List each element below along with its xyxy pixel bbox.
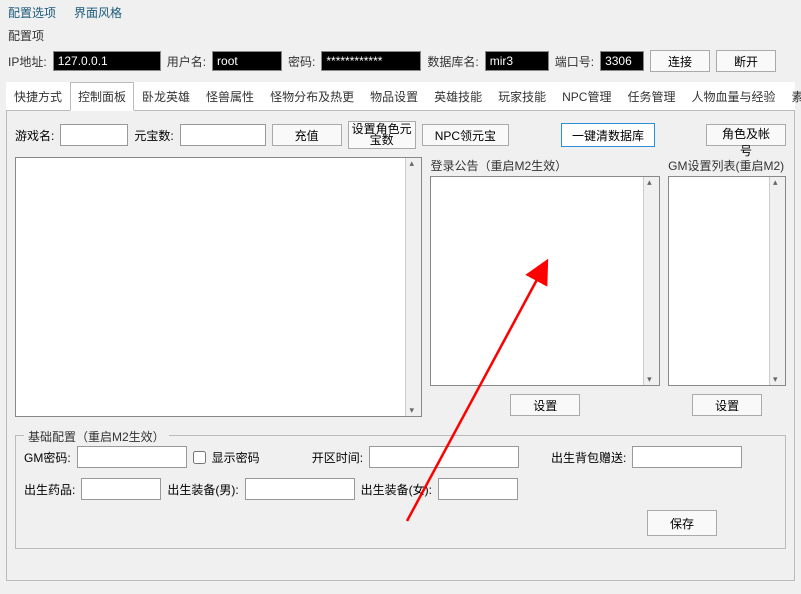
menubar: 配置选项 界面风格 [0, 0, 801, 25]
birth-equip-m-input[interactable] [245, 478, 355, 500]
scrollbar[interactable] [405, 158, 421, 416]
connect-button[interactable]: 连接 [650, 50, 710, 72]
main-textarea[interactable] [15, 157, 422, 417]
tab-2[interactable]: 卧龙英雄 [134, 82, 198, 110]
gm-list-textarea[interactable] [668, 176, 786, 386]
birth-equip-f-input[interactable] [438, 478, 518, 500]
birth-drug-label: 出生药品: [24, 481, 75, 498]
port-input[interactable] [600, 51, 644, 71]
birth-equip-m-label: 出生装备(男): [167, 481, 238, 498]
connection-row: IP地址: 用户名: 密码: 数据库名: 端口号: 连接 断开 [0, 46, 801, 82]
tab-7[interactable]: 玩家技能 [490, 82, 554, 110]
scrollbar[interactable] [769, 177, 785, 385]
clear-db-button[interactable]: 一键清数据库 [561, 123, 655, 147]
birth-bag-label: 出生背包赠送: [551, 449, 626, 466]
npc-get-gold-button[interactable]: NPC领元宝 [422, 124, 509, 146]
game-name-label: 游戏名: [15, 127, 54, 144]
birth-drug-input[interactable] [81, 478, 161, 500]
gm-list-title: GM设置列表(重启M2) [668, 157, 786, 174]
gold-label: 元宝数: [134, 127, 173, 144]
db-label: 数据库名: [427, 53, 478, 70]
control-panel: 游戏名: 元宝数: 充值 设置角色元 宝数 NPC领元宝 一键清数据库 角色及帐… [6, 111, 795, 581]
tab-10[interactable]: 人物血量与经验 [683, 82, 783, 110]
tab-1[interactable]: 控制面板 [70, 82, 134, 111]
login-notice-textarea[interactable] [430, 176, 660, 386]
recharge-button[interactable]: 充值 [272, 124, 342, 146]
open-time-label: 开区时间: [312, 449, 363, 466]
tab-0[interactable]: 快捷方式 [6, 82, 70, 110]
config-item-label: 配置项 [0, 25, 801, 46]
user-label: 用户名: [167, 53, 206, 70]
db-input[interactable] [485, 51, 549, 71]
basic-config-legend: 基础配置（重启M2生效） [24, 428, 169, 445]
gm-pass-input[interactable] [77, 446, 187, 468]
set-role-gold-button[interactable]: 设置角色元 宝数 [348, 121, 416, 149]
tab-5[interactable]: 物品设置 [362, 82, 426, 110]
tab-3[interactable]: 怪兽属性 [198, 82, 262, 110]
open-time-input[interactable] [369, 446, 519, 468]
tab-6[interactable]: 英雄技能 [426, 82, 490, 110]
gm-list-set-button[interactable]: 设置 [692, 394, 762, 416]
gold-input[interactable] [180, 124, 266, 146]
scrollbar[interactable] [643, 177, 659, 385]
save-button[interactable]: 保存 [647, 510, 717, 536]
login-notice-set-button[interactable]: 设置 [510, 394, 580, 416]
control-row-1: 游戏名: 元宝数: 充值 设置角色元 宝数 NPC领元宝 一键清数据库 角色及帐… [15, 121, 786, 149]
gm-pass-label: GM密码: [24, 449, 71, 466]
birth-bag-input[interactable] [632, 446, 742, 468]
ip-input[interactable] [53, 51, 161, 71]
user-input[interactable] [212, 51, 282, 71]
port-label: 端口号: [555, 53, 594, 70]
pass-input[interactable] [321, 51, 421, 71]
show-pass-label: 显示密码 [212, 449, 260, 466]
tab-bar: 快捷方式控制面板卧龙英雄怪兽属性怪物分布及热更物品设置英雄技能玩家技能NPC管理… [6, 82, 795, 111]
tab-4[interactable]: 怪物分布及热更 [262, 82, 362, 110]
set-role-gold-line2: 宝数 [349, 135, 415, 146]
tab-9[interactable]: 任务管理 [619, 82, 683, 110]
menu-config-options[interactable]: 配置选项 [8, 4, 56, 21]
birth-equip-f-label: 出生装备(女): [361, 481, 432, 498]
tab-11[interactable]: 素材热更 [784, 82, 801, 110]
role-account-button[interactable]: 角色及帐号 [706, 124, 786, 146]
basic-config-fieldset: 基础配置（重启M2生效） GM密码: 显示密码 开区时间: 出生背包赠送: 出生… [15, 435, 786, 549]
tab-8[interactable]: NPC管理 [554, 82, 619, 110]
ip-label: IP地址: [8, 53, 47, 70]
menu-ui-style[interactable]: 界面风格 [74, 4, 122, 21]
pass-label: 密码: [288, 53, 315, 70]
game-name-input[interactable] [60, 124, 128, 146]
show-pass-checkbox[interactable] [193, 451, 206, 464]
disconnect-button[interactable]: 断开 [716, 50, 776, 72]
login-notice-title: 登录公告（重启M2生效） [430, 157, 660, 174]
